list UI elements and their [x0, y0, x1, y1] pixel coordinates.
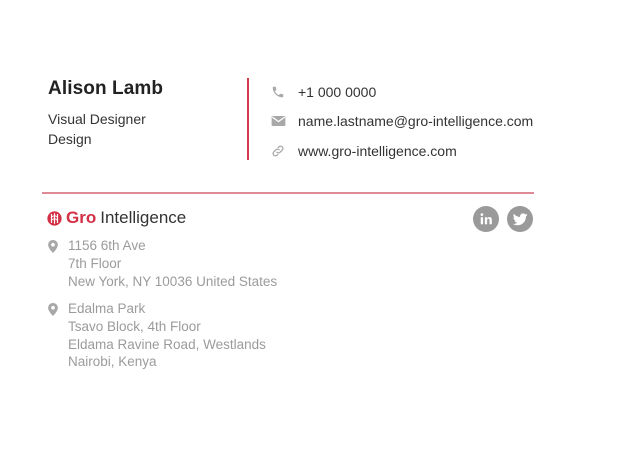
address-new-york: 1156 6th Ave 7th Floor New York, NY 1003… [48, 237, 277, 290]
social-links [473, 206, 533, 232]
contact-email[interactable]: name.lastname@gro-intelligence.com [270, 111, 540, 132]
gro-logo-mark-icon [47, 210, 62, 226]
logo-brand: Gro [66, 208, 97, 227]
address-line: 7th Floor [68, 255, 122, 271]
person-title-line: Visual Designer [48, 111, 146, 127]
map-pin-icon [48, 240, 58, 290]
person-title: Visual Designer Design [48, 109, 238, 149]
contact-website[interactable]: www.gro-intelligence.com [270, 140, 540, 161]
address-lines: Edalma Park Tsavo Block, 4th Floor Eldam… [68, 300, 266, 371]
linkedin-icon[interactable] [473, 206, 499, 232]
signature-header: Alison Lamb Visual Designer Design +1 00… [42, 72, 534, 194]
website-url: www.gro-intelligence.com [298, 142, 457, 159]
person-block: Alison Lamb Visual Designer Design [48, 78, 238, 149]
address-line: Tsavo Block, 4th Floor [68, 318, 201, 334]
email-signature: Alison Lamb Visual Designer Design +1 00… [42, 72, 534, 388]
address-lines: 1156 6th Ave 7th Floor New York, NY 1003… [68, 237, 277, 290]
contact-list: +1 000 0000 name.lastname@gro-intelligen… [270, 81, 540, 170]
address-line: 1156 6th Ave [68, 238, 146, 253]
contact-phone[interactable]: +1 000 0000 [270, 81, 540, 102]
map-pin-icon [48, 303, 58, 371]
logo-suffix: Intelligence [100, 208, 187, 227]
address-nairobi: Edalma Park Tsavo Block, 4th Floor Eldam… [48, 300, 266, 371]
address-line: Nairobi, Kenya [68, 354, 157, 370]
phone-icon [270, 84, 286, 100]
address-line: Eldama Ravine Road, Westlands [68, 336, 266, 352]
phone-number: +1 000 0000 [298, 83, 377, 100]
person-department: Design [48, 131, 92, 147]
email-address: name.lastname@gro-intelligence.com [298, 113, 534, 129]
person-name: Alison Lamb [48, 78, 164, 99]
twitter-icon[interactable] [507, 206, 533, 232]
company-logo[interactable]: Gro Intelligence [47, 208, 186, 228]
address-line: New York, NY 10036 United States [68, 273, 278, 289]
link-icon [270, 143, 286, 159]
vertical-divider [247, 78, 249, 160]
horizontal-divider [42, 192, 534, 194]
envelope-icon [270, 113, 286, 129]
address-line: Edalma Park [68, 301, 146, 316]
company-block: Gro Intelligence 1156 6th Ave 7th Floor … [42, 206, 534, 388]
